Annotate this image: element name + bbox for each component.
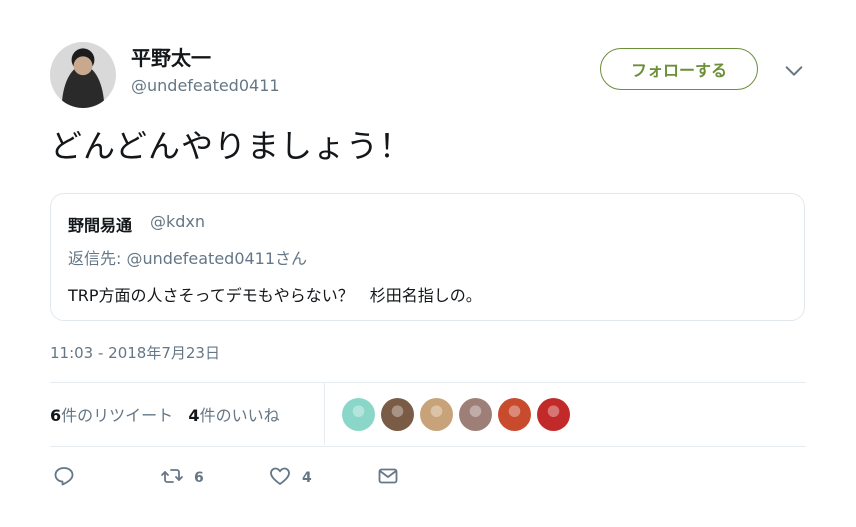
tweet-card: 平野太一 @undefeated0411 フォローする どんどんやりましょう！ … [0, 0, 856, 527]
like-count: 4 [302, 470, 312, 486]
retweet-stat[interactable]: 6件のリツイート [50, 406, 173, 425]
tweet-text: どんどんやりましょう！ [50, 127, 413, 165]
quoted-tweet[interactable]: 野間易通 @kdxn 返信先: @undefeated0411さん TRP方面の… [50, 193, 805, 321]
retweet-action[interactable]: 6 [160, 464, 268, 492]
quoted-author-handle: @kdxn [150, 212, 206, 231]
quoted-reply-to: 返信先: @undefeated0411さん [68, 249, 308, 268]
direct-message-action[interactable] [376, 464, 400, 492]
like-stat[interactable]: 4件のいいね [188, 406, 279, 425]
engagement-stats: 6件のリツイート 4件のいいね [50, 402, 280, 426]
divider [50, 446, 806, 447]
author-avatar[interactable] [50, 42, 116, 108]
liker-avatar[interactable] [537, 398, 570, 431]
liker-avatar[interactable] [420, 398, 453, 431]
divider [324, 383, 325, 445]
retweet-stat-label: 件のリツイート [61, 406, 174, 425]
action-bar: 6 4 [52, 464, 400, 492]
retweet-count: 6 [194, 470, 204, 486]
heart-icon [268, 464, 292, 492]
retweet-stat-count: 6 [50, 406, 62, 425]
like-stat-count: 4 [188, 406, 200, 425]
divider [50, 382, 806, 383]
quoted-tweet-text: TRP方面の人さそってデモもやらない？ 杉田名指しの。 [68, 286, 482, 305]
author-handle[interactable]: @undefeated0411 [131, 76, 280, 95]
envelope-icon [376, 464, 400, 492]
like-stat-label: 件のいいね [199, 406, 280, 425]
like-action[interactable]: 4 [268, 464, 376, 492]
liker-avatar[interactable] [498, 398, 531, 431]
retweet-icon [160, 464, 184, 492]
reply-icon [52, 464, 76, 492]
author-display-name[interactable]: 平野太一 [131, 42, 211, 71]
liker-avatar[interactable] [381, 398, 414, 431]
follow-button[interactable]: フォローする [600, 48, 758, 90]
tweet-timestamp[interactable]: 11:03 - 2018年7月23日 [50, 342, 220, 363]
liker-avatar[interactable] [342, 398, 375, 431]
chevron-down-icon[interactable] [783, 60, 805, 82]
reply-action[interactable] [52, 464, 160, 492]
quoted-author-name: 野間易通 [68, 216, 133, 235]
liker-avatars [342, 398, 570, 431]
liker-avatar[interactable] [459, 398, 492, 431]
